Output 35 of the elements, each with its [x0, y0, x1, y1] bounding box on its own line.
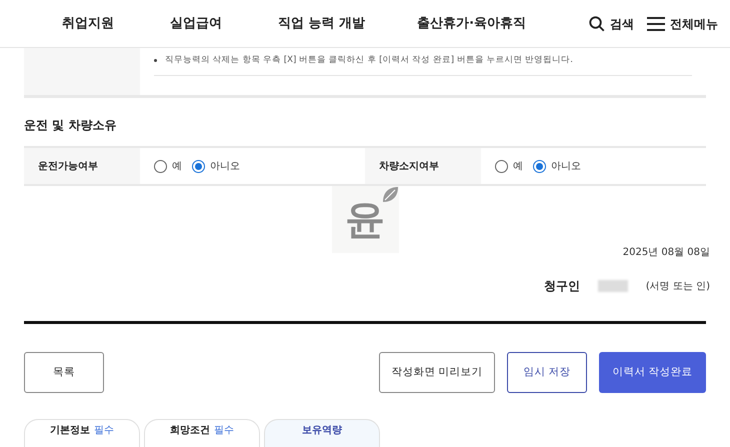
nav-link[interactable]: 실업급여: [170, 14, 222, 34]
radio-button[interactable]: [495, 160, 508, 172]
search-icon: [588, 14, 606, 32]
claimant-label: 청구인: [544, 278, 580, 295]
nav-link[interactable]: 취업지원: [62, 14, 114, 34]
section-tab[interactable]: 기본정보 필수: [24, 419, 140, 447]
nav-link[interactable]: 출산휴가·육아휴직: [417, 14, 526, 34]
search-button[interactable]: 검색: [588, 14, 634, 32]
radio-label: 예: [172, 160, 182, 174]
section-title: 운전 및 차량소유: [24, 117, 118, 134]
radio-label: 예: [513, 160, 523, 174]
menu-button[interactable]: 전체메뉴: [646, 14, 718, 32]
notice-text: 직무능력의 삭제는 항목 우측 [X] 버튼을 클릭하신 후 [이력서 작성 완료] 버튼을 누르시면 반영됩니다.: [165, 54, 573, 67]
action-button[interactable]: 목록: [24, 352, 104, 393]
leaf-icon: [380, 186, 398, 204]
action-button[interactable]: 작성화면 미리보기: [379, 352, 495, 393]
blurred-name: [598, 280, 628, 292]
section-tab[interactable]: 보유역량: [264, 419, 380, 447]
radio-button[interactable]: [192, 160, 205, 172]
required-tag: 필수: [94, 423, 114, 438]
radio-button[interactable]: [533, 160, 546, 172]
nav-link[interactable]: 직업 능력 개발: [278, 14, 366, 34]
date-text: 2025년 08월 08일: [622, 246, 710, 260]
signature-hint: (서명 또는 인): [646, 280, 710, 294]
seal-stamp: 윤: [332, 186, 398, 253]
section-tab[interactable]: 희망조건 필수: [144, 419, 260, 447]
required-tag: 필수: [214, 423, 234, 438]
radio-label: 아니오: [551, 160, 581, 174]
field-label: 운전가능여부: [24, 148, 140, 184]
radio-label: 아니오: [210, 160, 240, 174]
field-label: 차량소지여부: [365, 148, 481, 184]
action-button[interactable]: 임시 저장: [507, 352, 587, 393]
action-button[interactable]: 이력서 작성완료: [599, 352, 706, 393]
radio-button[interactable]: [154, 160, 167, 172]
menu-icon: [646, 16, 666, 32]
